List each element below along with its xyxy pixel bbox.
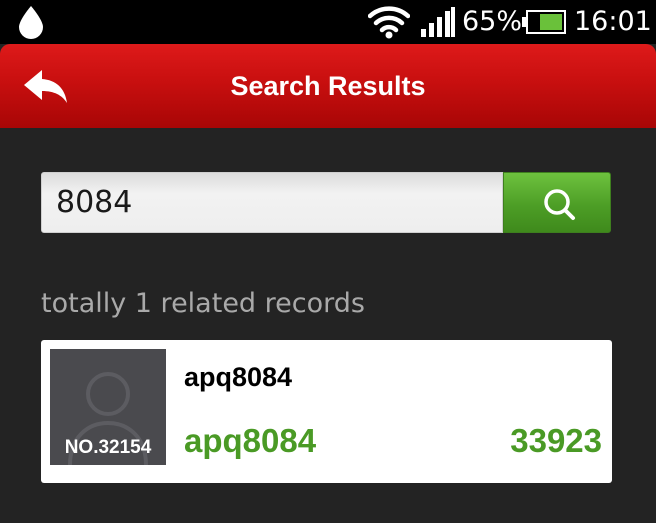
app-header: Search Results xyxy=(0,44,656,128)
result-score: 33923 xyxy=(510,422,602,459)
wifi-icon xyxy=(368,6,410,39)
rank-badge: NO.32154 xyxy=(64,437,152,458)
search-button[interactable] xyxy=(503,172,611,233)
screen: 65% 16:01 Search Results totally 1 relat… xyxy=(0,0,656,523)
records-summary: totally 1 related records xyxy=(41,288,365,319)
back-arrow-icon[interactable] xyxy=(20,66,70,106)
signal-icon xyxy=(421,7,455,37)
water-drop-icon xyxy=(19,6,43,39)
result-title: apq8084 xyxy=(184,362,293,392)
battery-percent: 65% xyxy=(462,6,523,37)
result-card[interactable]: NO.32154 apq8084 apq8084 33923 xyxy=(41,340,612,483)
result-name: apq8084 xyxy=(184,422,317,459)
page-title: Search Results xyxy=(230,71,426,101)
avatar: NO.32154 xyxy=(50,349,166,465)
search-input[interactable] xyxy=(41,172,503,233)
status-time: 16:01 xyxy=(574,6,652,37)
battery-icon xyxy=(522,10,566,34)
search-icon xyxy=(544,189,575,220)
status-bar: 65% 16:01 xyxy=(0,0,656,44)
